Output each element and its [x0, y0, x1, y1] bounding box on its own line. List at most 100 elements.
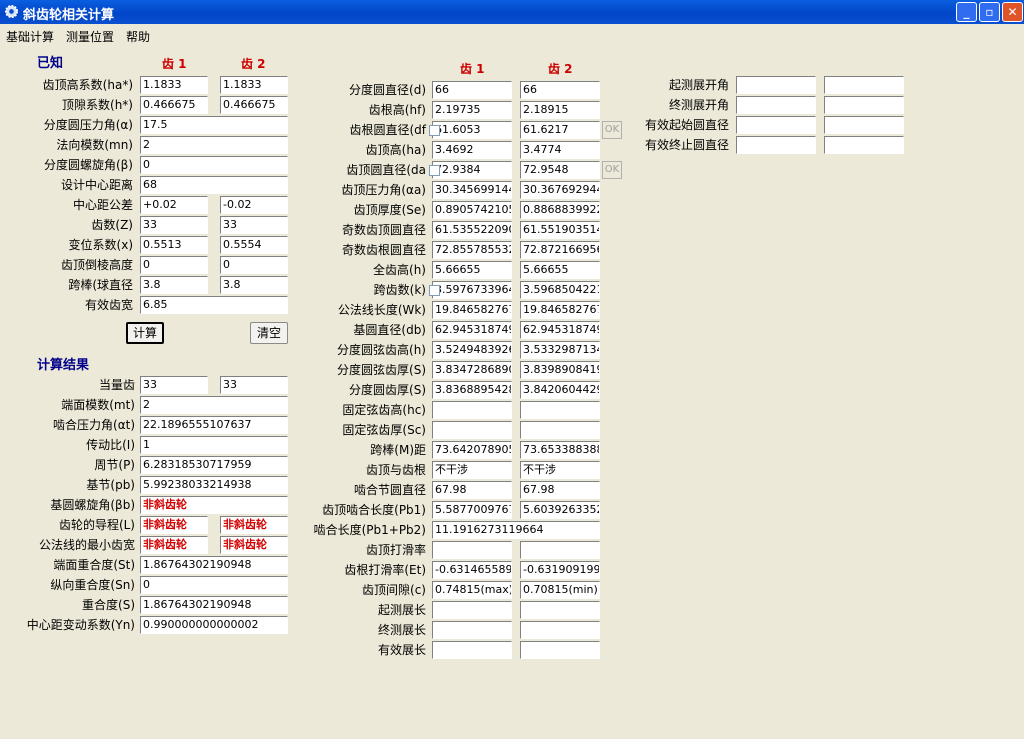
right-value1-2[interactable]	[736, 116, 816, 134]
middle-label-19: 齿顶与齿根	[365, 463, 426, 477]
middle-value1-5[interactable]: 30.3456991440	[432, 181, 512, 199]
maximize-button[interactable]: ▫	[979, 2, 1000, 22]
middle-value2-7[interactable]: 61.5519035149	[520, 221, 600, 239]
middle-value1-13[interactable]: 3.52494839262	[432, 341, 512, 359]
middle-value2-5[interactable]: 30.3676929441	[520, 181, 600, 199]
menu-help[interactable]: 帮助	[126, 28, 150, 45]
middle-label-21: 齿顶啮合长度(Pb1)	[322, 503, 426, 517]
middle-value2-10[interactable]: 3.59685042217	[520, 281, 600, 299]
middle-value2-24[interactable]: -0.63190919977	[520, 561, 600, 579]
middle-value2-27[interactable]	[520, 621, 600, 639]
middle-value2-23[interactable]	[520, 541, 600, 559]
right-value2-3[interactable]	[824, 136, 904, 154]
middle-label-16: 固定弦齿高(hc)	[342, 403, 426, 417]
close-button[interactable]: ✕	[1002, 2, 1023, 22]
middle-label-11: 公法线长度(Wk)	[337, 303, 426, 317]
middle-value1-17[interactable]	[432, 421, 512, 439]
middle-value1-6[interactable]: 0.89057421058	[432, 201, 512, 219]
middle-value2-6[interactable]: 0.88688399225	[520, 201, 600, 219]
middle-value1-7[interactable]: 61.5355220905	[432, 221, 512, 239]
middle-value2-16[interactable]	[520, 401, 600, 419]
calculate-button[interactable]: 计算	[126, 322, 164, 344]
menu-basic-calc[interactable]: 基础计算	[6, 28, 54, 45]
middle-value2-18[interactable]: 73.6533883887	[520, 441, 600, 459]
middle-label-7: 奇数齿顶圆直径	[341, 223, 426, 237]
middle-gear1-header: 齿 1	[460, 62, 485, 76]
menu-measure-position[interactable]: 测量位置	[66, 28, 114, 45]
middle-checkbox-10[interactable]	[429, 285, 440, 296]
middle-value2-15[interactable]: 3.84206044296	[520, 381, 600, 399]
middle-value2-8[interactable]: 72.8721669566	[520, 241, 600, 259]
right-value2-0[interactable]	[824, 76, 904, 94]
middle-value2-28[interactable]	[520, 641, 600, 659]
middle-label-25: 齿顶间隙(c)	[362, 583, 426, 597]
middle-value1-8[interactable]: 72.8557855322	[432, 241, 512, 259]
middle-value2-12[interactable]: 62.9453187493	[520, 321, 600, 339]
right-label-0: 起测展开角	[668, 78, 729, 92]
middle-value1-24[interactable]: -0.63146558953	[432, 561, 512, 579]
middle-value2-14[interactable]: 3.83989084197	[520, 361, 600, 379]
middle-value1-28[interactable]	[432, 641, 512, 659]
middle-value2-25[interactable]: 0.70815(min)	[520, 581, 600, 599]
middle-value1-20[interactable]: 67.98	[432, 481, 512, 499]
window-title: 斜齿轮相关计算	[23, 8, 115, 23]
clear-button[interactable]: 清空	[250, 322, 288, 344]
middle-value2-13[interactable]: 3.53329871342	[520, 341, 600, 359]
middle-value2-19[interactable]: 不干涉	[520, 461, 600, 479]
middle-value2-21[interactable]: 5.60392633525	[520, 501, 600, 519]
middle-value1-18[interactable]: 73.6420789051	[432, 441, 512, 459]
middle-label-9: 全齿高(h)	[373, 263, 426, 277]
known-heading: 已知	[37, 56, 64, 71]
middle-value1-19[interactable]: 不干涉	[432, 461, 512, 479]
middle-value1-12[interactable]: 62.9453187493	[432, 321, 512, 339]
gear-icon	[4, 4, 19, 19]
menu-bar: 基础计算 测量位置 帮助	[0, 24, 1024, 44]
right-value1-3[interactable]	[736, 136, 816, 154]
middle-label-13: 分度圆弦齿高(h)	[337, 343, 426, 357]
middle-label-8: 奇数齿根圆直径	[341, 243, 426, 257]
middle-label-4: 齿顶圆直径(da	[346, 163, 426, 177]
middle-value1-22[interactable]: 11.1916273119664	[432, 521, 600, 539]
middle-label-17: 固定弦齿厚(Sc)	[342, 423, 426, 437]
middle-value1-4[interactable]: 72.9384	[432, 161, 512, 179]
minimize-button[interactable]: _	[956, 2, 977, 22]
middle-value2-11[interactable]: 19.8465827672	[520, 301, 600, 319]
right-label-3: 有效终止圆直径	[644, 138, 729, 152]
middle-label-15: 分度圆齿厚(S)	[349, 383, 426, 397]
middle-checkbox-4[interactable]	[429, 165, 440, 176]
middle-value1-11[interactable]: 19.8465827672	[432, 301, 512, 319]
right-value1-0[interactable]	[736, 76, 816, 94]
middle-value1-15[interactable]: 3.83688954282	[432, 381, 512, 399]
right-label-1: 终测展开角	[668, 98, 729, 112]
middle-ok-button-4[interactable]: OK	[602, 161, 622, 179]
known-gear1-header: 齿 1	[162, 57, 187, 71]
middle-label-27: 终测展长	[377, 623, 426, 637]
middle-value2-9[interactable]: 5.66655	[520, 261, 600, 279]
middle-label-20: 啮合节圆直径	[353, 483, 426, 497]
middle-label-26: 起测展长	[377, 603, 426, 617]
middle-value1-9[interactable]: 5.66655	[432, 261, 512, 279]
middle-value2-26[interactable]	[520, 601, 600, 619]
middle-value1-16[interactable]	[432, 401, 512, 419]
middle-value1-14[interactable]: 3.83472868904	[432, 361, 512, 379]
middle-label-14: 分度圆弦齿厚(S)	[337, 363, 426, 377]
middle-value1-27[interactable]	[432, 621, 512, 639]
middle-value1-23[interactable]	[432, 541, 512, 559]
middle-value2-20[interactable]: 67.98	[520, 481, 600, 499]
middle-label-6: 齿顶厚度(Se)	[353, 203, 426, 217]
right-value2-1[interactable]	[824, 96, 904, 114]
middle-value2-17[interactable]	[520, 421, 600, 439]
known-gear2-header: 齿 2	[241, 57, 266, 71]
middle-value1-25[interactable]: 0.74815(max)	[432, 581, 512, 599]
middle-value2-4[interactable]: 72.9548	[520, 161, 600, 179]
right-value2-2[interactable]	[824, 116, 904, 134]
middle-label-22: 啮合长度(Pb1+Pb2)	[313, 523, 426, 537]
middle-value1-21[interactable]: 5.58770097671	[432, 501, 512, 519]
middle-label-5: 齿顶压力角(αa)	[341, 183, 426, 197]
middle-label-10: 跨齿数(k)	[373, 283, 426, 297]
middle-value1-10[interactable]: 3.59767339649	[432, 281, 512, 299]
right-label-2: 有效起始圆直径	[644, 118, 729, 132]
middle-value1-26[interactable]	[432, 601, 512, 619]
middle-gear2-header: 齿 2	[548, 62, 573, 76]
right-value1-1[interactable]	[736, 96, 816, 114]
